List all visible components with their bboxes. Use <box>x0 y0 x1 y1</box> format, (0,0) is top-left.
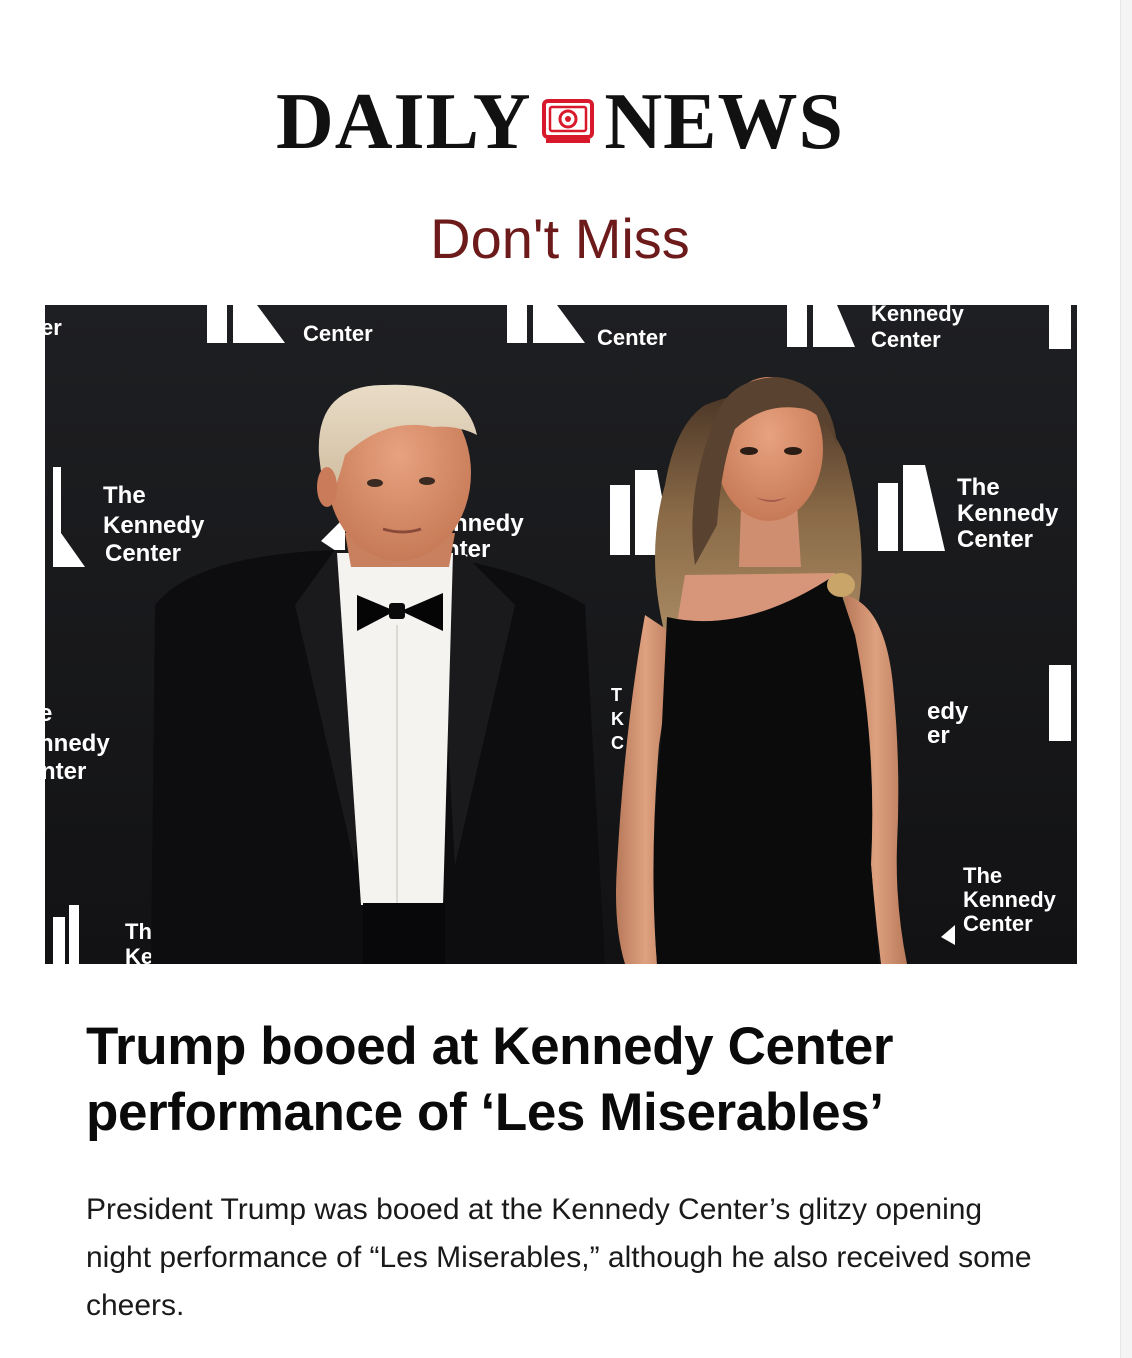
backdrop-text: Center <box>597 325 667 350</box>
backdrop-text-fragment: C <box>611 733 624 753</box>
backdrop-text: Kennedy <box>957 500 1059 527</box>
backdrop-text: The <box>957 474 1000 501</box>
backdrop-text-fragment: T <box>611 685 622 705</box>
article-headline[interactable]: Trump booed at Kennedy Center performanc… <box>86 1014 1046 1146</box>
logo-word-news: NEWS <box>604 78 844 166</box>
backdrop-text-fragment: nter <box>45 758 86 785</box>
backdrop-text: The <box>103 482 146 509</box>
backdrop-text-fragment: nnedy <box>453 510 524 537</box>
masthead-logo[interactable]: DAILY NEWS <box>0 78 1120 166</box>
backdrop-logo-mark <box>1049 305 1071 349</box>
backdrop-text: Kennedy <box>103 512 205 539</box>
backdrop-text-fragment: er <box>45 315 62 340</box>
backdrop-text-fragment: nnedy <box>45 730 110 757</box>
backdrop-text: Center <box>871 327 941 352</box>
backdrop-text-fragment: er <box>927 722 950 749</box>
hero-image-link[interactable]: er Center Center Kennedy Center The Kenn… <box>45 305 1077 964</box>
camera-icon <box>540 91 596 147</box>
email-card: DAILY NEWS Don't Miss er Center Center K… <box>0 0 1121 1358</box>
backdrop-text-fragment: edy <box>927 698 969 725</box>
backdrop-text-fragment: e <box>45 700 52 727</box>
hero-image: er Center Center Kennedy Center The Kenn… <box>45 305 1077 964</box>
backdrop-text: Center <box>303 321 373 346</box>
backdrop-text-fragment: Th <box>125 919 152 944</box>
article-summary: President Trump was booed at the Kennedy… <box>86 1193 1032 1322</box>
backdrop-text: Kennedy <box>963 887 1057 912</box>
logo-word-daily: DAILY <box>276 78 532 166</box>
backdrop-text: The <box>963 863 1002 888</box>
backdrop-text: Center <box>105 540 181 567</box>
section-title: Don't Miss <box>430 207 690 270</box>
backdrop-text: Kennedy <box>871 305 965 326</box>
backdrop-logo-mark <box>1049 665 1071 741</box>
backdrop-text-fragment: K <box>611 709 624 729</box>
backdrop-text: Center <box>963 911 1033 936</box>
backdrop-text: Center <box>957 526 1033 553</box>
backdrop-text-fragment: Ke <box>125 944 153 964</box>
